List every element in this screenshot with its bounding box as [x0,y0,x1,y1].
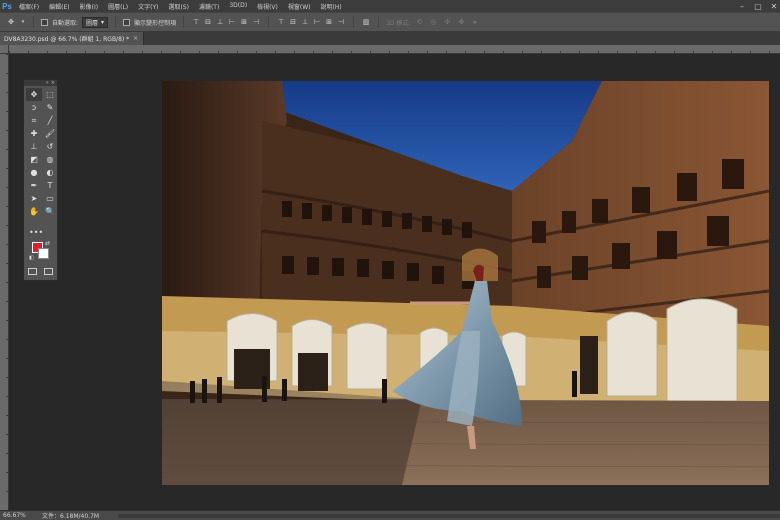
edit-toolbar-icon[interactable]: ••• [29,228,43,237]
document-info: 文件：6.18M/40.7M [42,513,100,520]
3d-pan-icon[interactable]: ✣ [442,17,452,27]
3d-roll-icon[interactable]: ◎ [428,17,438,27]
align-vcenter-icon[interactable]: ⊟ [203,17,213,27]
distribute-right-icon[interactable]: ⊣ [336,17,346,27]
document-tab[interactable]: DV8A3230.psd @ 66.7% (群組 1, RGB/8) * × [0,32,144,45]
default-colors-icon[interactable]: ◧ [29,255,34,261]
eraser-tool-icon[interactable]: ◩ [26,153,42,166]
document-image[interactable] [162,81,769,485]
hand-tool-icon[interactable]: ✋ [26,205,42,218]
eyedropper-tool-icon[interactable]: ╱ [42,114,58,127]
auto-select-label: 自動選取: [52,19,79,27]
type-tool-icon[interactable]: T [42,179,58,192]
close-panel-icon[interactable]: × [51,80,55,86]
distribute-left-icon[interactable]: ⊢ [312,17,322,27]
history-brush-tool-icon[interactable]: ↺ [42,140,58,153]
divider [378,16,380,28]
path-select-tool-icon[interactable]: ➤ [26,192,42,205]
3d-rotate-icon[interactable]: ⟲ [414,17,424,27]
auto-select-dropdown[interactable]: 圖層 ▾ [82,16,109,28]
document-tab-title: DV8A3230.psd @ 66.7% (群組 1, RGB/8) * [4,36,130,43]
palace-courtyard-photo [162,81,769,485]
distribute-bottom-icon[interactable]: ⊥ [300,17,310,27]
close-icon[interactable]: ✕ [770,2,778,11]
screen-mode-icon[interactable] [44,268,53,275]
vertical-ruler[interactable] [0,54,9,510]
menu-item[interactable]: 3D(D) [224,2,252,11]
auto-align-icon[interactable]: ▥ [361,17,371,27]
horizontal-ruler[interactable] [9,45,780,54]
crop-tool-icon[interactable]: ⌗ [26,114,42,127]
horizontal-scrollbar[interactable] [118,514,780,518]
align-hcenter-icon[interactable]: ⊞ [239,17,249,27]
3d-mode-label: 3D 模式: [386,19,411,27]
3d-slide-icon[interactable]: ✥ [456,17,466,27]
quick-select-tool-icon[interactable]: ✎ [42,101,58,114]
auto-select-checkbox[interactable] [41,18,48,26]
distribute-top-icon[interactable]: ⊤ [276,17,286,27]
marquee-tool-icon[interactable]: ⬚ [42,88,58,101]
3d-scale-icon[interactable]: ▸ [470,17,480,27]
align-top-icon[interactable]: ⊤ [191,17,201,27]
align-bottom-icon[interactable]: ⊥ [215,17,225,27]
zoom-level[interactable]: 66.67% [0,512,38,519]
background-color-swatch[interactable] [38,248,49,259]
healing-brush-tool-icon[interactable]: ✚ [26,127,42,140]
clone-stamp-tool-icon[interactable]: ⊥ [26,140,42,153]
divider [115,16,117,28]
window-controls: – ▢ ✕ [738,0,778,12]
align-right-icon[interactable]: ⊣ [251,17,261,27]
maximize-icon[interactable]: ▢ [754,2,762,11]
transform-controls-checkbox[interactable] [123,18,131,26]
minimize-icon[interactable]: – [738,2,746,11]
collapse-panel-icon[interactable]: » [46,80,49,86]
chevron-down-icon[interactable]: ▾ [20,17,26,27]
divider [33,16,34,28]
status-bar: 66.67% 文件：6.18M/40.7M › [0,510,780,520]
move-tool-icon[interactable]: ✥ [6,17,16,27]
swap-colors-icon[interactable]: ⇄ [45,240,50,247]
photoshop-logo: Ps [2,1,12,11]
divider [353,16,355,28]
chevron-down-icon: ▾ [101,18,105,26]
menu-item[interactable]: 影像(I) [75,2,103,11]
menu-item[interactable]: 文字(Y) [133,2,163,11]
divider [268,16,270,28]
menu-item[interactable]: 編輯(E) [44,2,74,11]
lasso-tool-icon[interactable]: ↄ [26,101,42,114]
tools-panel: » × ✥ ⬚ ↄ ✎ ⌗ ╱ ✚ 🖌 ⊥ ↺ ◩ ◍ ● ◐ ✒ T ➤ ▭ ✋ 🔍 ••• ⇄ ◧ [23,79,58,281]
shape-tool-icon[interactable]: ▭ [42,192,58,205]
distribute-hcenter-icon[interactable]: ⊞ [324,17,334,27]
menu-item[interactable]: 濾鏡(T) [194,2,224,11]
pen-tool-icon[interactable]: ✒ [26,179,42,192]
divider [183,16,185,28]
menu-item[interactable]: 選取(S) [163,2,194,11]
transform-controls-label: 顯示變形控制項 [134,19,177,27]
ruler-corner[interactable] [0,45,9,54]
menu-item[interactable]: 圖層(L) [103,2,133,11]
options-bar: ✥ ▾ 自動選取: 圖層 ▾ 顯示變形控制項 ⊤ ⊟ ⊥ ⊢ ⊞ ⊣ ⊤ ⊟ ⊥ ⊢ ⊞ ⊣ ▥ 3D… [0,12,780,32]
menu-bar: Ps 檔案(F) 編輯(E) 影像(I) 圖層(L) 文字(Y) 選取(S) 濾鏡(T) 3D… [0,0,780,12]
blur-tool-icon[interactable]: ● [26,166,42,179]
zoom-tool-icon[interactable]: 🔍 [42,205,58,218]
distribute-vcenter-icon[interactable]: ⊟ [288,17,298,27]
quick-mask-icon[interactable] [28,268,37,275]
menu-item[interactable]: 檢視(V) [252,2,283,11]
auto-select-value: 圖層 [86,19,99,27]
menu-item[interactable]: 視窗(W) [283,2,316,11]
close-tab-icon[interactable]: × [133,35,138,42]
dodge-tool-icon[interactable]: ◐ [42,166,58,179]
move-tool-icon[interactable]: ✥ [26,88,42,101]
align-left-icon[interactable]: ⊢ [227,17,237,27]
document-tab-bar: DV8A3230.psd @ 66.7% (群組 1, RGB/8) * × [0,32,780,45]
brush-tool-icon[interactable]: 🖌 [42,127,58,140]
menu-item[interactable]: 說明(H) [316,2,347,11]
paint-bucket-tool-icon[interactable]: ◍ [42,153,58,166]
menu-item[interactable]: 檔案(F) [14,2,44,11]
